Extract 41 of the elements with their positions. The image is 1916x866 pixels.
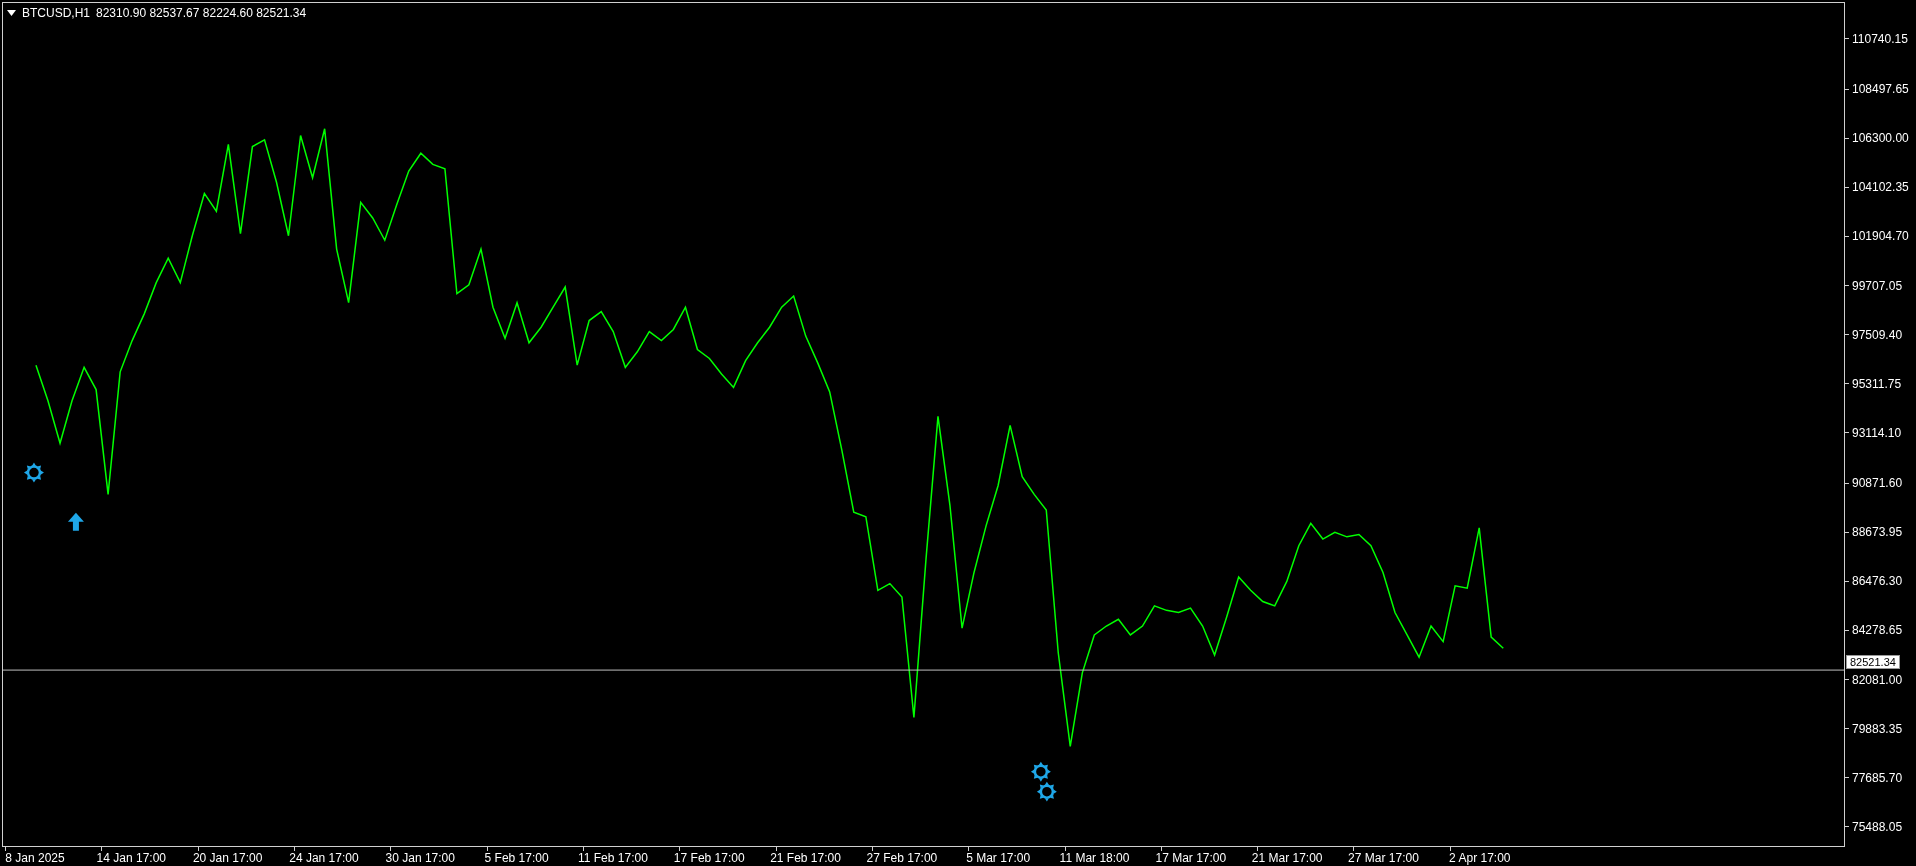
price-axis-label: 101904.70 — [1852, 229, 1909, 244]
price-axis-label: 108497.65 — [1852, 82, 1909, 97]
time-axis-label: 17 Mar 17:00 — [1155, 851, 1227, 865]
time-axis-label: 21 Mar 17:00 — [1251, 851, 1323, 865]
price-axis-label: 90871.60 — [1852, 476, 1903, 491]
time-axis-label: 27 Feb 17:00 — [866, 851, 938, 865]
time-axis-label: 8 Jan 2025 — [5, 851, 65, 865]
price-axis-label: 93114.10 — [1852, 425, 1902, 440]
time-axis-label: 21 Feb 17:00 — [770, 851, 841, 865]
time-axis-label: 30 Jan 17:00 — [385, 851, 455, 865]
price-axis-label: 82081.00 — [1852, 672, 1903, 687]
price-axis-label: 97509.40 — [1852, 327, 1903, 342]
sun-icon — [1030, 761, 1051, 782]
up-arrow-icon — [67, 512, 84, 531]
time-axis-label: 5 Mar 17:00 — [966, 851, 1031, 865]
price-axis-label: 110740.15 — [1852, 32, 1908, 46]
time-axis-label: 5 Feb 17:00 — [484, 851, 549, 865]
time-axis-label: 27 Mar 17:00 — [1348, 851, 1419, 865]
symbol-label: BTCUSD,H1 — [22, 6, 90, 20]
price-axis-label: 95311.75 — [1852, 376, 1902, 391]
sun-icon — [24, 462, 44, 483]
price-axis-label: 86476.30 — [1852, 574, 1903, 589]
ohlc-values: 82310.90 82537.67 82224.60 82521.34 — [96, 6, 307, 20]
price-axis-label: 104102.35 — [1852, 180, 1909, 195]
time-axis-label: 2 Apr 17:00 — [1449, 851, 1511, 865]
price-axis-label: 99707.05 — [1852, 278, 1903, 293]
price-axis-label: 79883.35 — [1852, 721, 1903, 736]
time-axis-label: 14 Jan 17:00 — [96, 851, 166, 865]
time-axis-label: 11 Feb 17:00 — [578, 851, 648, 865]
price-axis-label: 75488.05 — [1852, 819, 1903, 834]
time-axis-label: 20 Jan 17:00 — [192, 851, 263, 865]
price-axis-label: 77685.70 — [1852, 770, 1903, 785]
current-price-tag: 82521.34 — [1846, 654, 1900, 669]
time-axis-label: 11 Mar 18:00 — [1059, 851, 1130, 865]
price-axis-label: 106300.00 — [1852, 131, 1909, 146]
price-axis-label: 84278.65 — [1852, 623, 1903, 638]
price-axis-label: 88673.95 — [1852, 525, 1903, 540]
sun-icon — [1036, 781, 1057, 802]
time-axis-label: 17 Feb 17:00 — [673, 851, 745, 865]
time-axis-label: 24 Jan 17:00 — [289, 851, 359, 865]
dropdown-caret-icon[interactable] — [7, 10, 16, 16]
